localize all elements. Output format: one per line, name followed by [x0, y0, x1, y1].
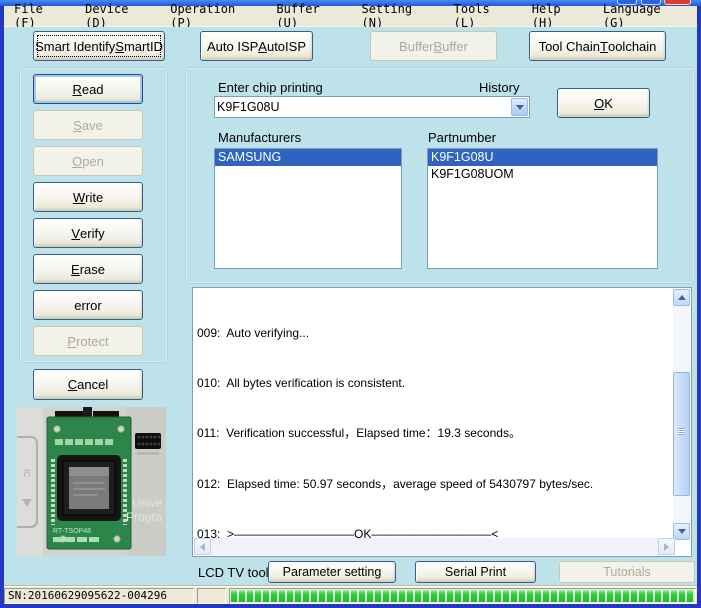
protect-button: Protect [33, 326, 143, 356]
open-button: Open [33, 146, 143, 176]
chevron-down-icon [515, 104, 524, 110]
log-line: 009: Auto verifying... [197, 325, 310, 340]
log-lines: 009: Auto verifying... 010: All bytes ve… [197, 291, 655, 540]
arrow-left-icon [200, 542, 205, 551]
read-button[interactable]: Read [33, 74, 143, 104]
tab-auto-isp[interactable]: Auto ISP AutoISP [200, 31, 313, 61]
save-button: Save [33, 110, 143, 140]
svg-text:IC: IC [22, 469, 31, 477]
manufacturers-label: Manufacturers [218, 130, 302, 145]
list-item[interactable]: SAMSUNG [215, 149, 401, 166]
list-item[interactable]: K9F1G08UOM [428, 166, 657, 183]
progress-bar [229, 588, 696, 604]
tab-smart-identify[interactable]: Smart Identify SmartID [33, 31, 165, 61]
log-output[interactable]: 009: Auto verifying... 010: All bytes ve… [192, 287, 692, 557]
error-button[interactable]: error [33, 290, 143, 320]
log-line: 011: Verification successful，Elapsed tim… [197, 426, 521, 441]
partnumber-listbox[interactable]: K9F1G08U K9F1G08UOM [427, 148, 658, 269]
arrow-down-icon [677, 529, 686, 534]
tab-tool-chain[interactable]: Tool Chain Toolchain [529, 31, 666, 61]
scroll-down-button[interactable] [673, 523, 690, 540]
enter-chip-label: Enter chip printing [218, 80, 323, 95]
parameter-setting-button[interactable]: Parameter setting [268, 561, 396, 583]
erase-button[interactable]: Erase [33, 254, 143, 284]
arrow-up-icon [677, 295, 686, 300]
tutorials-button: Tutorials [559, 561, 695, 583]
app-window: File (F) Device (D) Operation (P) Buffer… [0, 0, 701, 608]
vertical-scrollbar[interactable] [673, 289, 690, 540]
programmer-photo: IC RT-TSOP48 Unive Progra [17, 407, 166, 556]
log-line: 010: All bytes verification is consisten… [197, 375, 406, 390]
photo-caption-1: Unive [132, 496, 163, 510]
status-bar: SN:20160629095622-004296 [4, 585, 697, 604]
verify-button[interactable]: Verify [33, 218, 143, 248]
serial-print-button[interactable]: Serial Print [415, 561, 536, 583]
arrow-right-icon [664, 542, 669, 551]
scrollbar-thumb[interactable] [673, 372, 690, 496]
photo-caption-2: Progra [126, 510, 162, 524]
cancel-button[interactable]: Cancel [33, 369, 143, 400]
partnumber-label: Partnumber [428, 130, 496, 145]
pcb-label: RT-TSOP48 [53, 528, 91, 535]
scroll-left-button [194, 538, 211, 555]
list-item[interactable]: K9F1G08U [428, 149, 657, 166]
manufacturers-listbox[interactable]: SAMSUNG [214, 148, 402, 269]
serial-number-text: SN:20160629095622-004296 [4, 588, 194, 604]
write-button[interactable]: Write [33, 182, 143, 212]
progress-fill [231, 590, 694, 602]
log-line: 012: Elapsed time: 50.97 seconds，average… [197, 476, 594, 491]
menu-bar: File (F) Device (D) Operation (P) Buffer… [4, 2, 697, 30]
scroll-up-button[interactable] [673, 289, 690, 306]
history-label: History [479, 80, 520, 95]
chip-combobox [214, 96, 530, 118]
status-spacer-panel [197, 588, 226, 604]
horizontal-scrollbar [194, 538, 675, 555]
tab-buffer: Buffer Buffer [370, 31, 497, 61]
combo-dropdown-button[interactable] [511, 98, 528, 116]
scroll-right-button [658, 538, 675, 555]
lcd-tv-tool-label: LCD TV tool [198, 565, 269, 580]
chip-input[interactable] [217, 98, 509, 116]
ok-button[interactable]: OK [557, 88, 650, 118]
